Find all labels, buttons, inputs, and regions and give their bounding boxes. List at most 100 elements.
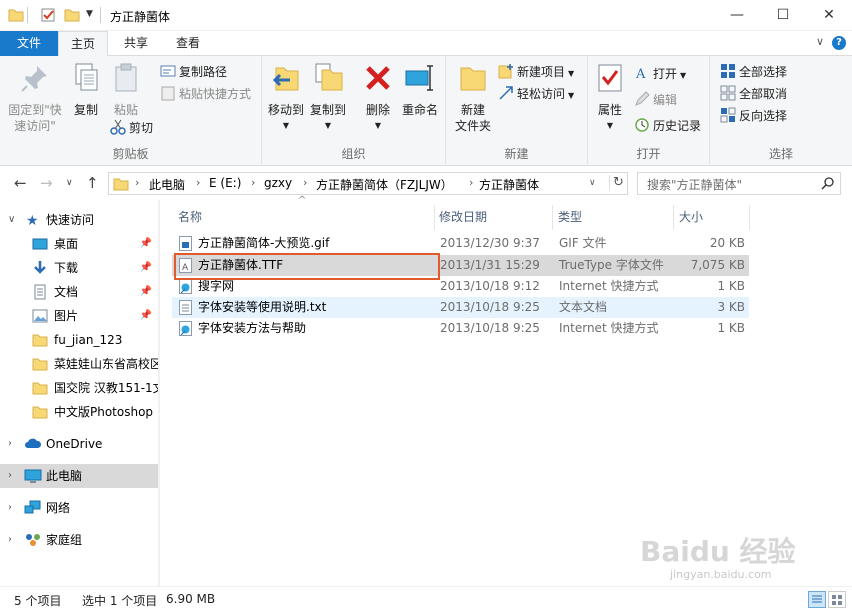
paste-icon (115, 63, 137, 92)
pin-icon[interactable]: 📌 (140, 256, 152, 280)
nav-item-desktop[interactable]: 桌面 📌 (0, 232, 158, 256)
breadcrumb-drive-e[interactable]: E (E:) (209, 176, 241, 190)
select-none-label: 全部取消 (739, 87, 788, 101)
column-separator[interactable] (749, 205, 750, 230)
copy-to-button[interactable]: 复制到 ▼ (308, 62, 348, 134)
up-arrow-icon[interactable]: ↑ (86, 174, 99, 192)
refresh-icon[interactable]: ↻ (609, 175, 624, 190)
nav-quick-access[interactable]: ∨ ★ 快速访问 (0, 208, 158, 232)
nav-item-folder[interactable]: 中文版Photoshop (0, 400, 158, 424)
close-button[interactable]: ✕ (806, 0, 852, 31)
select-all-button[interactable]: 全部选择 (720, 62, 787, 82)
breadcrumb-chevron-icon[interactable]: › (251, 176, 255, 189)
nav-item-downloads[interactable]: 下载 📌 (0, 256, 158, 280)
tab-view[interactable]: 查看 (164, 31, 212, 56)
title-bar: ▼ 方正静菌体 — ☐ ✕ (0, 0, 852, 31)
expand-arrow-icon[interactable]: › (8, 432, 12, 456)
tab-share[interactable]: 共享 (112, 31, 160, 56)
delete-x-icon (366, 66, 390, 90)
tab-file[interactable]: 文件 (0, 31, 58, 56)
copy-to-icon (315, 63, 343, 91)
nav-network[interactable]: › 网络 (0, 496, 158, 520)
open-button[interactable]: A 打开 ▼ (634, 64, 686, 84)
expand-arrow-icon[interactable]: › (8, 528, 12, 552)
nav-item-folder[interactable]: fu_jian_123 (0, 328, 158, 352)
nav-item-folder[interactable]: 国交院 汉教151-1文 (0, 376, 158, 400)
pin-icon[interactable]: 📌 (140, 280, 152, 304)
paste-shortcut-button[interactable]: 粘贴快捷方式 (160, 84, 251, 104)
nav-item-documents[interactable]: 文档 📌 (0, 280, 158, 304)
svg-text:A: A (635, 67, 646, 81)
nav-onedrive[interactable]: › OneDrive (0, 432, 158, 456)
address-dropdown-icon[interactable]: ∨ (589, 178, 596, 188)
breadcrumb-this-pc[interactable]: 此电脑 (149, 176, 185, 193)
new-folder-button[interactable]: 新建 文件夹 (452, 62, 494, 134)
easy-access-button[interactable]: 轻松访问 ▼ (498, 84, 574, 104)
expand-arrow-icon[interactable]: ∨ (8, 208, 15, 232)
properties-check-icon[interactable] (40, 7, 56, 23)
details-view-button[interactable] (808, 591, 826, 608)
ribbon-expand-icon[interactable]: ∨ (816, 35, 824, 48)
nav-item-folder[interactable]: 菜娃娃山东省高校区 (0, 352, 158, 376)
copy-path-button[interactable]: 复制路径 (160, 62, 227, 82)
forward-arrow-icon[interactable]: → (40, 174, 53, 192)
select-none-button[interactable]: 全部取消 (720, 84, 787, 104)
invert-selection-icon (720, 107, 736, 123)
invert-selection-button[interactable]: 反向选择 (720, 106, 787, 126)
new-folder-qa-icon[interactable] (64, 7, 80, 23)
delete-button[interactable]: 删除 ▼ (360, 62, 396, 134)
nav-item-pictures[interactable]: 图片 📌 (0, 304, 158, 328)
pin-icon[interactable]: 📌 (140, 304, 152, 328)
cloud-icon (24, 436, 42, 452)
rename-label: 重命名 (401, 103, 438, 117)
table-row[interactable]: 字体安装等使用说明.txt 2013/10/18 9:25 文本文档 3 KB (172, 297, 749, 318)
column-header-name[interactable]: 名称 (178, 205, 202, 230)
qa-dropdown-icon[interactable]: ▼ (86, 9, 93, 25)
column-header-type[interactable]: 类型 (558, 205, 582, 230)
recent-dropdown-icon[interactable]: ∨ (66, 178, 73, 188)
breadcrumb-gzxy[interactable]: gzxy (264, 176, 292, 190)
breadcrumb-chevron-icon[interactable]: › (196, 176, 200, 189)
properties-label: 属性 (597, 103, 622, 117)
copy-to-label: 复制到 (309, 103, 346, 117)
file-date: 2013/10/18 9:12 (440, 279, 540, 293)
select-all-label: 全部选择 (739, 65, 788, 79)
search-icon[interactable] (821, 177, 834, 190)
copy-button[interactable]: 复制 (70, 62, 102, 118)
tab-home[interactable]: 主页 (58, 31, 108, 57)
column-header-date[interactable]: 修改日期 (439, 205, 487, 230)
new-item-button[interactable]: 新建项目 ▼ (498, 62, 574, 82)
nav-this-pc[interactable]: › 此电脑 (0, 464, 158, 488)
cut-button[interactable]: 剪切 (110, 118, 153, 138)
large-icons-view-button[interactable] (828, 591, 846, 608)
column-separator[interactable] (673, 205, 674, 230)
nav-homegroup[interactable]: › 家庭组 (0, 528, 158, 552)
table-row[interactable]: 字体安装方法与帮助 2013/10/18 9:25 Internet 快捷方式 … (172, 318, 749, 339)
table-row[interactable]: 方正静菌简体-大预览.gif 2013/12/30 9:37 GIF 文件 20… (172, 233, 749, 254)
breadcrumb-chevron-icon[interactable]: › (303, 176, 307, 189)
pin-icon[interactable]: 📌 (140, 232, 152, 256)
pin-quick-access-button[interactable]: 固定到"快速访问" (4, 62, 66, 134)
rename-button[interactable]: 重命名 (400, 62, 440, 118)
move-to-button[interactable]: 移动到 ▼ (266, 62, 306, 134)
expand-arrow-icon[interactable]: › (8, 464, 12, 488)
breadcrumb-chevron-icon[interactable]: › (469, 176, 473, 189)
breadcrumb-chevron-icon[interactable]: › (135, 176, 139, 189)
minimize-button[interactable]: — (714, 0, 760, 31)
column-separator[interactable] (434, 205, 435, 230)
help-icon[interactable]: ? (832, 36, 846, 50)
properties-button[interactable]: 属性 ▼ (594, 62, 626, 134)
back-arrow-icon[interactable]: ← (14, 174, 27, 192)
address-row: ← → ∨ ↑ › 此电脑 › E (E:) › gzxy › 方正静菌简体（F… (0, 166, 852, 200)
column-header-size[interactable]: 大小 (679, 205, 703, 230)
breadcrumb-fzjljw[interactable]: 方正静菌简体（FZJLJW） (316, 176, 453, 193)
edit-button[interactable]: 编辑 (634, 90, 677, 110)
history-button[interactable]: 历史记录 (634, 116, 701, 136)
address-bar[interactable]: › 此电脑 › E (E:) › gzxy › 方正静菌简体（FZJLJW） ›… (108, 172, 628, 195)
expand-arrow-icon[interactable]: › (8, 496, 12, 520)
maximize-button[interactable]: ☐ (760, 0, 806, 31)
paste-button[interactable]: 粘贴 (110, 62, 142, 118)
breadcrumb-current[interactable]: 方正静菌体 (479, 176, 539, 193)
search-input[interactable]: 搜索"方正静菌体" (637, 172, 841, 195)
column-separator[interactable] (552, 205, 553, 230)
